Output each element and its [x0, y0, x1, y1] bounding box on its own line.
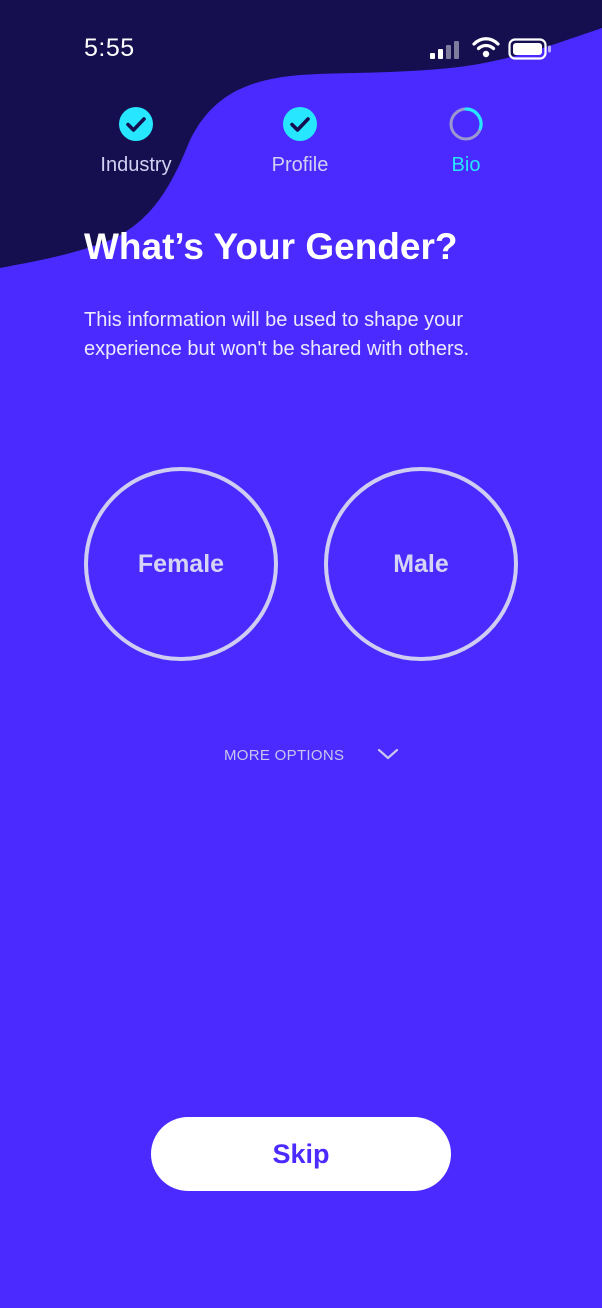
step-label: Profile: [271, 154, 329, 176]
page-description: This information will be used to shape y…: [84, 309, 470, 360]
skip-button-label: Skip: [272, 1138, 330, 1169]
more-options-toggle[interactable]: MORE OPTIONS: [224, 740, 404, 770]
progress-ring-icon: [449, 107, 483, 141]
gender-option-label: Female: [137, 549, 225, 578]
gender-option-male[interactable]: Male: [324, 467, 518, 661]
check-circle-icon: [119, 107, 153, 141]
progress-stepper: Industry Profile Bio: [0, 100, 602, 190]
step-label: Bio: [451, 154, 481, 176]
status-icons: [430, 36, 560, 62]
gender-option-female[interactable]: Female: [84, 467, 278, 661]
step-label: Industry: [100, 154, 172, 176]
chevron-down-icon: [377, 748, 399, 760]
step-bio: Bio: [386, 100, 546, 177]
status-time: 5:55: [84, 34, 135, 62]
battery-icon: [508, 38, 551, 60]
skip-button[interactable]: Skip: [151, 1117, 451, 1191]
cellular-signal-icon: [430, 41, 459, 59]
status-bar: 5:55: [0, 0, 602, 100]
check-circle-icon: [283, 107, 317, 141]
more-options-label: MORE OPTIONS: [224, 746, 345, 764]
gender-option-label: Male: [393, 549, 449, 578]
page-title: What’s Your Gender?: [84, 226, 458, 267]
step-profile: Profile: [220, 100, 380, 177]
step-industry: Industry: [56, 100, 216, 177]
wifi-icon: [472, 37, 500, 58]
